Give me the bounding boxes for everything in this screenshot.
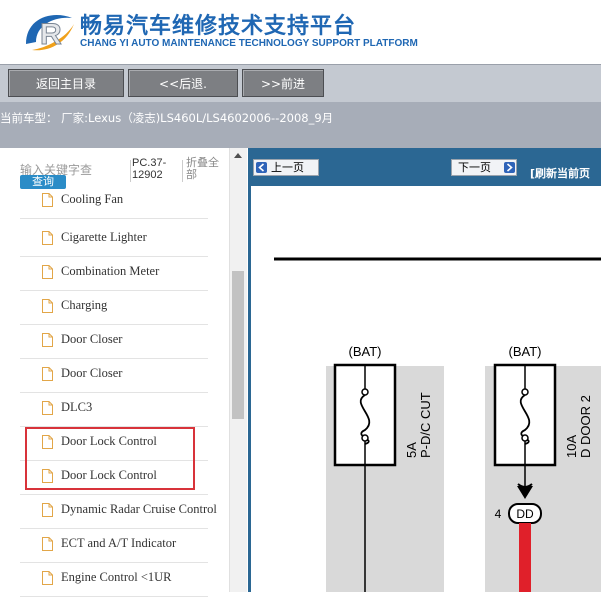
tree-item-cooling-fan[interactable]: Cooling Fan [20, 188, 208, 219]
document-icon [42, 367, 53, 381]
prev-page-label: 上一页 [271, 161, 304, 174]
tree-item-label: DLC3 [61, 400, 93, 414]
back-button[interactable]: <<后退. [128, 69, 238, 97]
scrollbar-thumb[interactable] [232, 271, 244, 419]
wire-red [519, 523, 531, 592]
vehicle-model-bar: 当前车型： 厂家:Lexus（凌志)LS460L/LS4602006--2008… [0, 102, 601, 148]
diagram-panel: 上一页 下一页 [刷新当前页 (BAT) 5A P-D/C CUT (BAT) … [248, 148, 601, 592]
arrow-right-icon [504, 162, 515, 173]
document-icon [42, 333, 53, 347]
wiring-diagram: (BAT) 5A P-D/C CUT (BAT) 10A D DOOR 2 DD… [274, 257, 601, 592]
fuse-2-rating: 10A [564, 435, 579, 458]
home-button[interactable]: 返回主目录 [8, 69, 124, 97]
tree-item-door-closer-2[interactable]: Door Closer [20, 358, 208, 393]
scroll-up-arrow-icon[interactable] [234, 153, 242, 158]
bat-label-1: (BAT) [349, 344, 382, 359]
tree-item-door-closer[interactable]: Door Closer [20, 324, 208, 359]
tree-item-label: Engine Control <1UR [61, 570, 172, 584]
vehicle-model-text: 当前车型： 厂家:Lexus（凌志)LS460L/LS4602006--2008… [0, 111, 334, 125]
document-icon [42, 401, 53, 415]
document-icon [42, 299, 53, 313]
tree-item-label: Door Closer [61, 332, 123, 346]
next-page-label: 下一页 [458, 161, 491, 174]
refresh-page-link[interactable]: [刷新当前页 [530, 165, 590, 181]
pc-code: PC.37-12902 [132, 157, 167, 181]
divider [130, 160, 131, 182]
divider [182, 160, 183, 182]
document-icon [42, 571, 53, 585]
collapse-all-button[interactable]: 折叠全部 [186, 157, 226, 181]
selection-highlight [25, 427, 195, 490]
arrow-left-icon [256, 162, 267, 173]
bat-label-2: (BAT) [509, 344, 542, 359]
tree-item-label: Combination Meter [61, 264, 160, 278]
brand-title: 畅易汽车维修技术支持平台 [80, 14, 357, 39]
document-icon [42, 503, 53, 517]
fuse-1-rating: 5A [404, 442, 419, 458]
tree-item-charging[interactable]: Charging [20, 290, 208, 325]
tree-item-label: Cigarette Lighter [61, 230, 147, 244]
logo-icon: R [26, 15, 74, 52]
connector-pin: 4 [495, 507, 502, 521]
tree-item-cigarette-lighter[interactable]: Cigarette Lighter [20, 222, 208, 257]
connector-name: DD [516, 507, 534, 521]
tree-item-label: Cooling Fan [61, 192, 124, 206]
tree-item-label: ECT and A/T Indicator [61, 536, 177, 550]
tree-item-label: Charging [61, 298, 108, 312]
tree-item-dlc3[interactable]: DLC3 [20, 392, 208, 427]
query-button[interactable]: 查询 [20, 175, 66, 189]
tree-item-combination-meter[interactable]: Combination Meter [20, 256, 208, 291]
forward-button[interactable]: >>前进 [242, 69, 324, 97]
prev-page-button[interactable]: 上一页 [253, 159, 319, 176]
svg-text:R: R [40, 18, 62, 51]
tree-item-label: Door Closer [61, 366, 123, 380]
tree-item-ect-at-indicator[interactable]: ECT and A/T Indicator [20, 528, 208, 563]
document-icon [42, 193, 53, 207]
tree-item-dynamic-radar-cruise-control[interactable]: Dynamic Radar Cruise Control [20, 494, 217, 529]
fuse-1-name: P-D/C CUT [418, 392, 433, 458]
tree-panel: 输入关键字查 查询 PC.37-12902 折叠全部 Cooling Fan C… [0, 148, 248, 597]
document-icon [42, 265, 53, 279]
tree-scrollbar[interactable] [229, 148, 247, 592]
pager-bar: 上一页 下一页 [刷新当前页 [248, 148, 601, 186]
document-icon [42, 231, 53, 245]
document-icon [42, 537, 53, 551]
next-page-button[interactable]: 下一页 [451, 159, 517, 176]
app-header: R 畅易汽车维修技术支持平台 CHANG YI AUTO MAINTENANCE… [0, 0, 601, 64]
nav-toolbar: 返回主目录 <<后退. >>前进 [0, 64, 601, 103]
tree-item-label: Dynamic Radar Cruise Control [61, 502, 217, 516]
brand-subtitle: CHANG YI AUTO MAINTENANCE TECHNOLOGY SUP… [80, 38, 418, 49]
fuse-2-name: D DOOR 2 [578, 395, 593, 458]
